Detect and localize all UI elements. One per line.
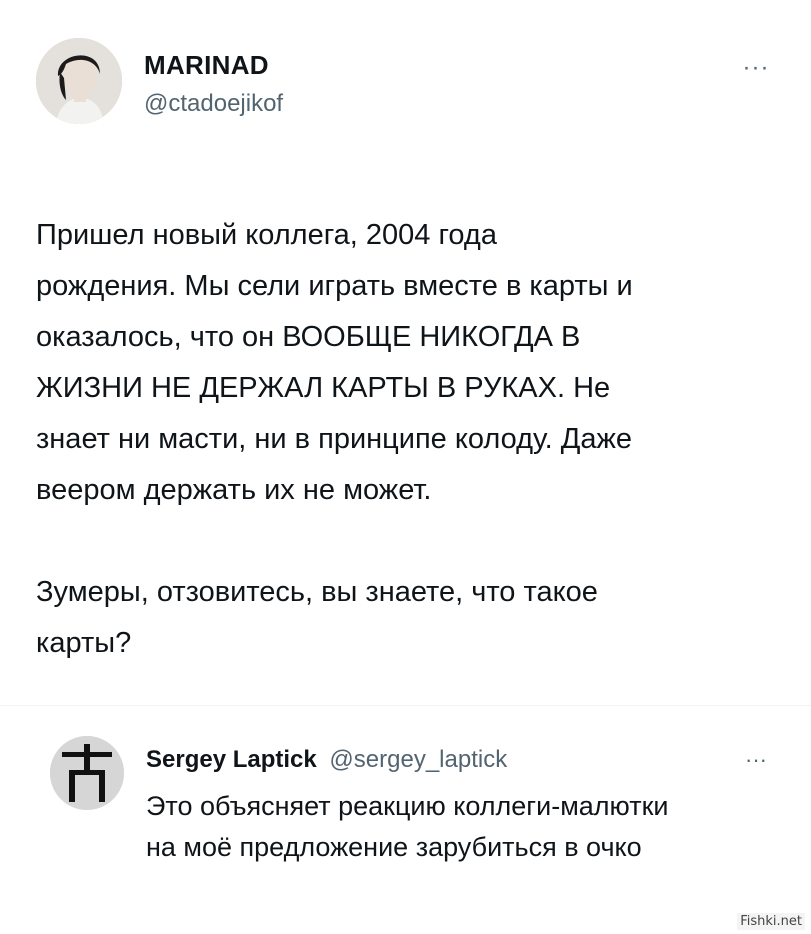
post-text-line: веером держать их не может. — [36, 474, 432, 506]
reply-text: Это объясняет реакцию коллеги-малютки на… — [146, 786, 776, 868]
reply-meta: Sergey Laptick @sergey_laptick — [146, 746, 507, 774]
post-text-line: оказалось, что он ВООБЩЕ НИКОГДА В — [36, 321, 581, 353]
reply-post: Sergey Laptick @sergey_laptick ··· Это о… — [50, 736, 780, 896]
author-handle[interactable]: @ctadoejikof — [144, 90, 283, 118]
post-header: MARINAD @ctadoejikof ··· — [36, 38, 776, 128]
post-text-line: знает ни масти, ни в принципе колоду. Да… — [36, 423, 633, 455]
reply-avatar-image — [50, 736, 124, 810]
reply-avatar[interactable] — [50, 736, 124, 810]
reply-more-options-icon[interactable]: ··· — [736, 748, 776, 772]
post-text-line: рождения. Мы сели играть вместе в карты … — [36, 270, 633, 302]
post-text-line: Зумеры, отзовитесь, вы знаете, что такое — [36, 576, 598, 608]
reply-text-line: Это объясняет реакцию коллеги-малютки — [146, 791, 669, 821]
reply-author-name[interactable]: Sergey Laptick — [146, 746, 317, 773]
reply-text-line: на моё предложение зарубиться в очко — [146, 832, 642, 862]
watermark: Fishki.net — [737, 913, 805, 930]
reply-author-handle[interactable]: @sergey_laptick — [329, 746, 507, 773]
post-text-line: карты? — [36, 627, 132, 659]
post-text-line: Пришел новый коллега, 2004 года — [36, 219, 497, 251]
divider — [0, 705, 811, 706]
post-text-line: ЖИЗНИ НЕ ДЕРЖАЛ КАРТЫ В РУКАХ. Не — [36, 372, 611, 404]
avatar-image — [36, 38, 122, 124]
author-name[interactable]: MARINAD — [144, 50, 269, 81]
post-text: Пришел новый коллега, 2004 года рождения… — [36, 210, 776, 669]
avatar[interactable] — [36, 38, 122, 124]
more-options-icon[interactable]: ··· — [736, 56, 776, 80]
